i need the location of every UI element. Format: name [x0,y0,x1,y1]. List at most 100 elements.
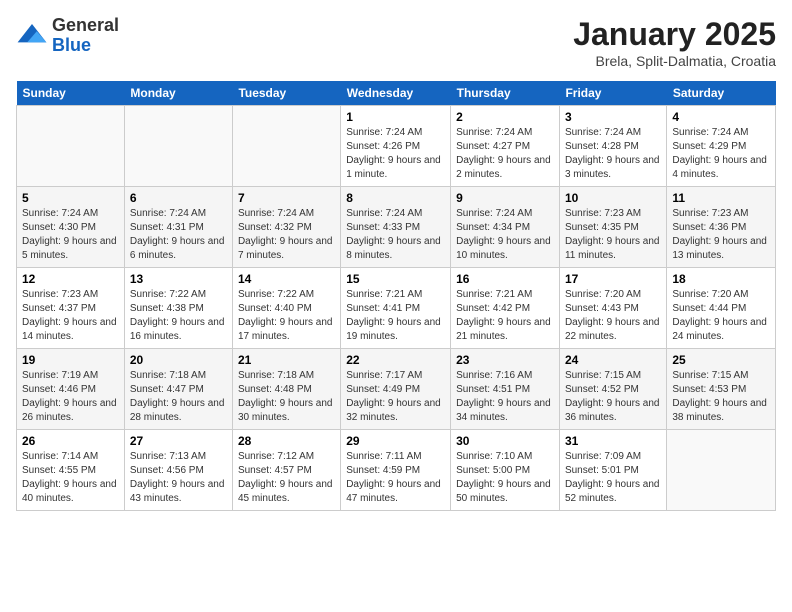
day-info: Sunrise: 7:10 AM Sunset: 5:00 PM Dayligh… [456,450,554,506]
day-info: Sunrise: 7:20 AM Sunset: 4:44 PM Dayligh… [672,288,770,344]
day-number: 3 [565,110,661,124]
day-number: 18 [672,272,770,286]
day-number: 30 [456,434,554,448]
day-number: 19 [22,353,119,367]
week-row-5: 26 Sunrise: 7:14 AM Sunset: 4:55 PM Dayli… [17,430,776,511]
day-number: 31 [565,434,661,448]
day-number: 8 [346,191,445,205]
day-number: 28 [238,434,335,448]
day-number: 29 [346,434,445,448]
day-info: Sunrise: 7:14 AM Sunset: 4:55 PM Dayligh… [22,450,119,506]
logo-text: General Blue [52,16,119,56]
header-friday: Friday [559,81,666,106]
day-number: 26 [22,434,119,448]
day-info: Sunrise: 7:23 AM Sunset: 4:37 PM Dayligh… [22,288,119,344]
day-number: 25 [672,353,770,367]
calendar-cell: 6 Sunrise: 7:24 AM Sunset: 4:31 PM Daylig… [124,187,232,268]
calendar-cell: 31Sunrise: 7:09 AM Sunset: 5:01 PM Dayli… [559,430,666,511]
day-info: Sunrise: 7:15 AM Sunset: 4:52 PM Dayligh… [565,369,661,425]
day-number: 16 [456,272,554,286]
calendar-cell: 27 Sunrise: 7:13 AM Sunset: 4:56 PM Dayli… [124,430,232,511]
day-number: 11 [672,191,770,205]
calendar-cell: 22Sunrise: 7:17 AM Sunset: 4:49 PM Dayli… [341,349,451,430]
day-info: Sunrise: 7:21 AM Sunset: 4:41 PM Dayligh… [346,288,445,344]
calendar-cell: 30 Sunrise: 7:10 AM Sunset: 5:00 PM Dayli… [451,430,560,511]
calendar-cell [17,106,125,187]
day-info: Sunrise: 7:24 AM Sunset: 4:26 PM Dayligh… [346,126,445,182]
calendar-cell: 19Sunrise: 7:19 AM Sunset: 4:46 PM Dayli… [17,349,125,430]
calendar-cell: 8Sunrise: 7:24 AM Sunset: 4:33 PM Daylig… [341,187,451,268]
day-info: Sunrise: 7:24 AM Sunset: 4:32 PM Dayligh… [238,207,335,263]
calendar-cell: 20Sunrise: 7:18 AM Sunset: 4:47 PM Dayli… [124,349,232,430]
calendar-cell: 5Sunrise: 7:24 AM Sunset: 4:30 PM Daylig… [17,187,125,268]
calendar-cell: 28 Sunrise: 7:12 AM Sunset: 4:57 PM Dayli… [232,430,340,511]
day-number: 24 [565,353,661,367]
day-number: 15 [346,272,445,286]
calendar-cell: 13 Sunrise: 7:22 AM Sunset: 4:38 PM Dayli… [124,268,232,349]
calendar-cell: 16 Sunrise: 7:21 AM Sunset: 4:42 PM Dayli… [451,268,560,349]
calendar-cell [124,106,232,187]
calendar-cell: 1 Sunrise: 7:24 AM Sunset: 4:26 PM Daylig… [341,106,451,187]
header-saturday: Saturday [667,81,776,106]
logo-blue: Blue [52,36,119,56]
day-info: Sunrise: 7:15 AM Sunset: 4:53 PM Dayligh… [672,369,770,425]
calendar-cell [232,106,340,187]
day-number: 2 [456,110,554,124]
day-info: Sunrise: 7:22 AM Sunset: 4:38 PM Dayligh… [130,288,227,344]
calendar-cell: 2Sunrise: 7:24 AM Sunset: 4:27 PM Daylig… [451,106,560,187]
calendar-cell: 4Sunrise: 7:24 AM Sunset: 4:29 PM Daylig… [667,106,776,187]
calendar-cell: 23Sunrise: 7:16 AM Sunset: 4:51 PM Dayli… [451,349,560,430]
logo-icon [16,20,48,52]
day-info: Sunrise: 7:23 AM Sunset: 4:36 PM Dayligh… [672,207,770,263]
logo: General Blue [16,16,119,56]
logo-general: General [52,16,119,36]
calendar-cell: 17 Sunrise: 7:20 AM Sunset: 4:43 PM Dayli… [559,268,666,349]
day-info: Sunrise: 7:23 AM Sunset: 4:35 PM Dayligh… [565,207,661,263]
header-row: SundayMondayTuesdayWednesdayThursdayFrid… [17,81,776,106]
calendar-cell: 24 Sunrise: 7:15 AM Sunset: 4:52 PM Dayli… [559,349,666,430]
header-sunday: Sunday [17,81,125,106]
day-number: 7 [238,191,335,205]
day-number: 23 [456,353,554,367]
calendar-subtitle: Brela, Split-Dalmatia, Croatia [573,53,776,69]
day-number: 17 [565,272,661,286]
day-info: Sunrise: 7:22 AM Sunset: 4:40 PM Dayligh… [238,288,335,344]
day-number: 27 [130,434,227,448]
day-info: Sunrise: 7:21 AM Sunset: 4:42 PM Dayligh… [456,288,554,344]
calendar-cell: 14Sunrise: 7:22 AM Sunset: 4:40 PM Dayli… [232,268,340,349]
day-info: Sunrise: 7:17 AM Sunset: 4:49 PM Dayligh… [346,369,445,425]
calendar-cell [667,430,776,511]
week-row-2: 5Sunrise: 7:24 AM Sunset: 4:30 PM Daylig… [17,187,776,268]
day-number: 13 [130,272,227,286]
day-number: 5 [22,191,119,205]
week-row-3: 12 Sunrise: 7:23 AM Sunset: 4:37 PM Dayli… [17,268,776,349]
day-info: Sunrise: 7:13 AM Sunset: 4:56 PM Dayligh… [130,450,227,506]
day-number: 1 [346,110,445,124]
calendar-table: SundayMondayTuesdayWednesdayThursdayFrid… [16,81,776,511]
calendar-cell: 7 Sunrise: 7:24 AM Sunset: 4:32 PM Daylig… [232,187,340,268]
calendar-cell: 9Sunrise: 7:24 AM Sunset: 4:34 PM Daylig… [451,187,560,268]
day-info: Sunrise: 7:20 AM Sunset: 4:43 PM Dayligh… [565,288,661,344]
title-block: January 2025 Brela, Split-Dalmatia, Croa… [573,16,776,69]
day-info: Sunrise: 7:24 AM Sunset: 4:31 PM Dayligh… [130,207,227,263]
day-info: Sunrise: 7:24 AM Sunset: 4:29 PM Dayligh… [672,126,770,182]
day-number: 6 [130,191,227,205]
day-number: 21 [238,353,335,367]
page-header: General Blue January 2025 Brela, Split-D… [16,16,776,69]
calendar-cell: 11 Sunrise: 7:23 AM Sunset: 4:36 PM Dayli… [667,187,776,268]
calendar-cell: 10Sunrise: 7:23 AM Sunset: 4:35 PM Dayli… [559,187,666,268]
week-row-4: 19Sunrise: 7:19 AM Sunset: 4:46 PM Dayli… [17,349,776,430]
day-info: Sunrise: 7:12 AM Sunset: 4:57 PM Dayligh… [238,450,335,506]
week-row-1: 1 Sunrise: 7:24 AM Sunset: 4:26 PM Daylig… [17,106,776,187]
calendar-title: January 2025 [573,16,776,53]
day-info: Sunrise: 7:24 AM Sunset: 4:28 PM Dayligh… [565,126,661,182]
calendar-cell: 15 Sunrise: 7:21 AM Sunset: 4:41 PM Dayli… [341,268,451,349]
day-number: 20 [130,353,227,367]
calendar-cell: 26 Sunrise: 7:14 AM Sunset: 4:55 PM Dayli… [17,430,125,511]
day-info: Sunrise: 7:11 AM Sunset: 4:59 PM Dayligh… [346,450,445,506]
calendar-cell: 12 Sunrise: 7:23 AM Sunset: 4:37 PM Dayli… [17,268,125,349]
header-tuesday: Tuesday [232,81,340,106]
calendar-cell: 29 Sunrise: 7:11 AM Sunset: 4:59 PM Dayli… [341,430,451,511]
day-number: 12 [22,272,119,286]
calendar-cell: 21Sunrise: 7:18 AM Sunset: 4:48 PM Dayli… [232,349,340,430]
